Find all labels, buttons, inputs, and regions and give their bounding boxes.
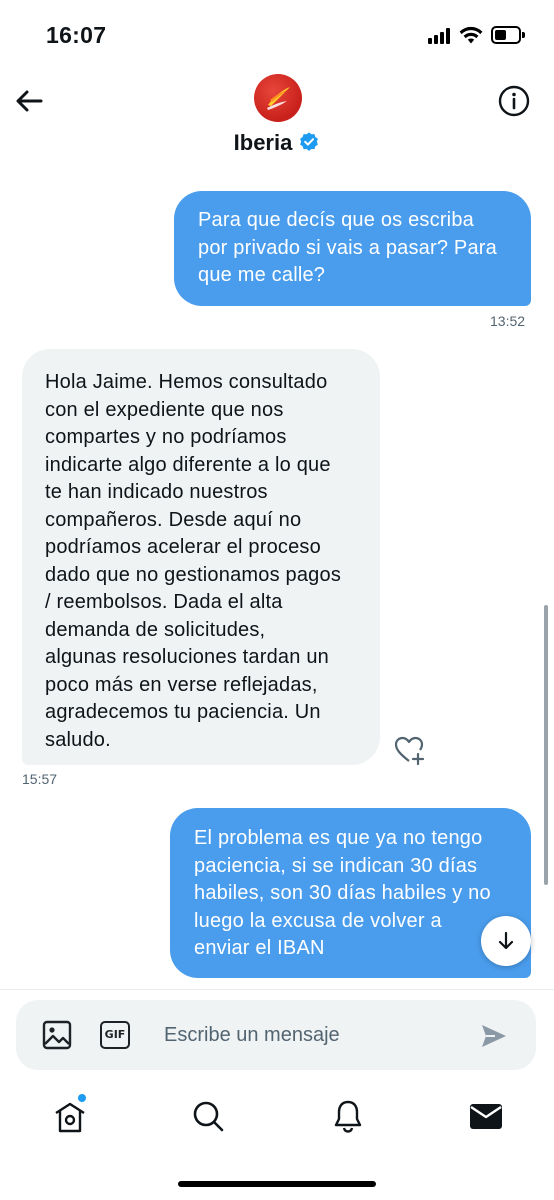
wifi-icon: [459, 26, 483, 44]
notification-dot: [78, 1094, 86, 1102]
message-line: por privado si vais a pasar? Para: [198, 236, 497, 259]
message-timestamp: 15:57: [22, 771, 58, 787]
message-line: habiles, son 30 días habiles y no: [194, 882, 491, 904]
verified-badge-icon: [300, 132, 319, 151]
message-line: agradecemos tu paciencia. Un: [45, 701, 321, 723]
home-icon[interactable]: [50, 1096, 90, 1136]
react-heart-add-icon[interactable]: [393, 733, 427, 767]
scroll-to-bottom-button[interactable]: [481, 916, 531, 966]
message-line: paciencia, si se indican 30 días: [194, 854, 478, 877]
message-timestamp: 13:52: [490, 313, 526, 329]
message-line: Para que decís que os escriba: [198, 209, 474, 231]
message-line: compañeros. Desde aquí no: [45, 508, 302, 531]
message-line: enviar el IBAN: [194, 937, 325, 959]
divider: [0, 989, 554, 990]
mail-icon[interactable]: [466, 1096, 506, 1136]
message-line: / reembolsos. Dada el alta: [45, 591, 283, 613]
compose-bar: GIF: [16, 1000, 536, 1070]
conversation-header: Iberia: [0, 70, 554, 170]
bell-icon[interactable]: [328, 1096, 368, 1136]
message-line: te han indicado nuestros: [45, 481, 268, 503]
message-line: poco más en verse reflejadas,: [45, 673, 318, 696]
header-title[interactable]: Iberia: [0, 130, 554, 156]
message-input[interactable]: [164, 1021, 464, 1049]
iberia-logo[interactable]: [254, 74, 302, 122]
message-line: que me calle?: [198, 264, 326, 286]
message-line: dado que no gestionamos pagos: [45, 563, 342, 586]
info-icon[interactable]: [497, 84, 531, 118]
message-line: luego la excusa de volver a: [194, 909, 442, 932]
message-bubble-incoming[interactable]: Hola Jaime. Hemos consultado con el expe…: [22, 349, 380, 765]
battery-icon: [491, 26, 525, 44]
send-icon[interactable]: [479, 1021, 509, 1051]
image-icon[interactable]: [42, 1020, 72, 1050]
message-line: con el expediente que nos: [45, 398, 284, 421]
message-line: podríamos acelerar el proceso: [45, 536, 321, 558]
back-arrow-icon[interactable]: [12, 84, 46, 118]
contact-name: Iberia: [233, 130, 293, 155]
scrollbar[interactable]: [544, 605, 548, 885]
message-line: Hola Jaime. Hemos consultado: [45, 371, 328, 393]
arrow-down-icon: [498, 931, 514, 950]
message-line: saludo.: [45, 728, 111, 751]
message-line: demanda de solicitudes,: [45, 618, 266, 641]
message-bubble-outgoing[interactable]: Para que decís que os escriba por privad…: [174, 191, 531, 306]
search-icon[interactable]: [188, 1096, 228, 1136]
gif-button[interactable]: GIF: [100, 1021, 130, 1049]
status-time: 16:07: [46, 22, 107, 48]
home-indicator: [178, 1181, 376, 1187]
message-line: indicarte algo diferente a lo que: [45, 453, 331, 476]
message-line: El problema es que ya no tengo: [194, 827, 483, 849]
status-bar: 16:07: [0, 0, 554, 70]
signal-icon: [428, 28, 452, 44]
message-bubble-outgoing[interactable]: El problema es que ya no tengo paciencia…: [170, 808, 531, 978]
message-line: compartes y no podríamos: [45, 426, 287, 448]
message-line: algunas resoluciones tardan un: [45, 646, 329, 668]
